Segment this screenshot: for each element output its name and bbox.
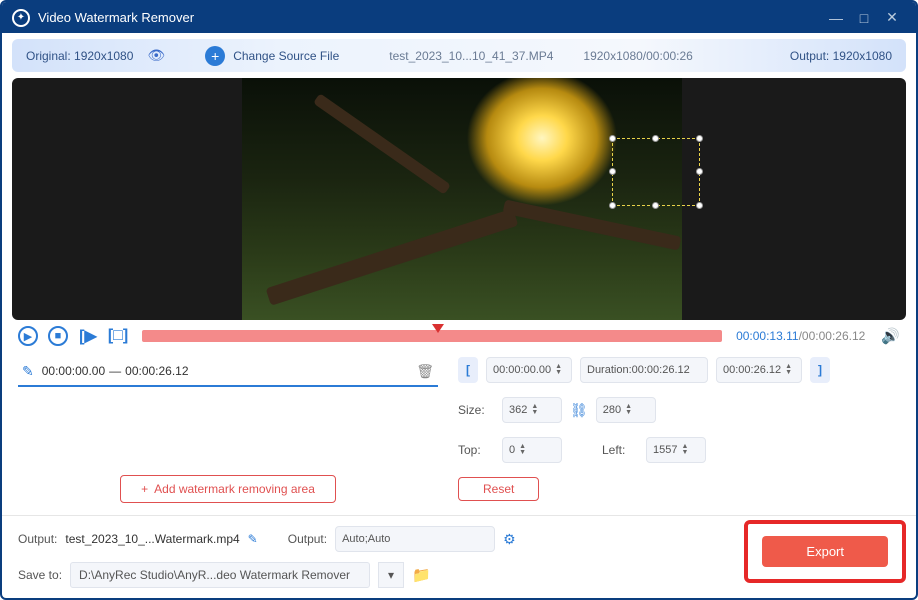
play-button[interactable]: ▶ [18,326,38,346]
width-input[interactable]: 362▲▼ [502,397,562,423]
range-end-bracket-icon[interactable]: ] [810,357,830,383]
properties-panel: [ 00:00:00.00▲▼ Duration:00:00:26.12 00:… [458,357,900,515]
segment-start: 00:00:00.00 [42,364,105,378]
reset-button[interactable]: Reset [458,477,539,501]
segment-row[interactable]: ✎ 00:00:00.00 — 00:00:26.12 🗑 [18,357,438,387]
maximize-button[interactable]: □ [850,10,878,26]
range-start-input[interactable]: 00:00:00.00▲▼ [486,357,572,383]
output-format-label: Output: [288,532,327,546]
close-button[interactable]: ✕ [878,9,906,26]
add-source-icon[interactable]: + [205,46,225,66]
segment-sep: — [109,364,121,378]
source-duration: 1920x1080/00:00:26 [583,49,692,63]
size-label: Size: [458,403,494,417]
stop-button[interactable]: ■ [48,326,68,346]
watermark-selection-box[interactable] [612,138,700,206]
mark-out-button[interactable]: [□] [108,326,128,346]
output-file-label: Output: [18,532,57,546]
left-label: Left: [602,443,638,457]
output-settings-icon[interactable]: ⚙ [503,531,516,548]
volume-icon[interactable]: 🔊 [881,327,900,345]
timecode: 00:00:13.11/00:00:26.12 [736,329,865,343]
add-area-button[interactable]: + Add watermark removing area [120,475,336,503]
output-format-select[interactable]: Auto;Auto [335,526,495,552]
range-start-bracket-icon[interactable]: [ [458,357,478,383]
app-logo-icon: ✦ [12,9,30,27]
change-source-button[interactable]: Change Source File [233,49,339,63]
titlebar: ✦ Video Watermark Remover — □ ✕ [2,2,916,33]
spin-down-icon[interactable]: ▼ [625,410,635,416]
spin-down-icon[interactable]: ▼ [785,370,795,376]
playback-bar: ▶ ■ [▶ [□] 00:00:13.11/00:00:26.12 🔊 [2,320,916,347]
left-input[interactable]: 1557▲▼ [646,437,706,463]
segment-end: 00:00:26.12 [125,364,188,378]
export-button[interactable]: Export [762,536,888,567]
aspect-link-icon[interactable]: ⛓ [570,402,588,419]
magic-wand-icon: ✎ [22,363,34,380]
timeline-scrubber[interactable] [142,330,722,342]
spin-down-icon[interactable]: ▼ [681,450,691,456]
open-folder-icon[interactable]: 📁 [412,566,431,584]
spin-down-icon[interactable]: ▼ [555,370,565,376]
mark-in-button[interactable]: [▶ [78,326,98,346]
save-to-label: Save to: [18,568,62,582]
plus-icon: + [141,482,148,496]
range-end-input[interactable]: 00:00:26.12▲▼ [716,357,802,383]
tree-branch-decor [266,209,519,306]
playhead-icon[interactable] [432,324,444,333]
export-highlight: Export [744,520,906,583]
bottom-bar: Output: test_2023_10_...Watermark.mp4 ✎ … [2,515,916,598]
output-resolution: Output: 1920x1080 [790,49,892,63]
info-bar: Original: 1920x1080 👁 + Change Source Fi… [12,39,906,72]
app-title: Video Watermark Remover [38,10,822,25]
save-path-input[interactable]: D:\AnyRec Studio\AnyR...deo Watermark Re… [70,562,370,588]
delete-segment-icon[interactable]: 🗑 [416,363,434,380]
segments-panel: ✎ 00:00:00.00 — 00:00:26.12 🗑 + Add wate… [18,357,438,515]
range-duration-input[interactable]: Duration:00:00:26.12 [580,357,708,383]
tree-branch-decor [313,93,451,195]
output-filename: test_2023_10_...Watermark.mp4 [65,532,239,546]
height-input[interactable]: 280▲▼ [596,397,656,423]
edit-filename-icon[interactable]: ✎ [248,532,258,546]
preview-toggle-icon[interactable]: 👁 [147,47,165,64]
save-path-dropdown[interactable]: ▾ [378,562,404,588]
minimize-button[interactable]: — [822,10,850,26]
original-resolution: Original: 1920x1080 [26,49,133,63]
top-label: Top: [458,443,494,457]
source-filename: test_2023_10...10_41_37.MP4 [389,49,553,63]
spin-down-icon[interactable]: ▼ [519,450,529,456]
spin-down-icon[interactable]: ▼ [531,410,541,416]
top-input[interactable]: 0▲▼ [502,437,562,463]
video-preview[interactable] [12,78,906,319]
